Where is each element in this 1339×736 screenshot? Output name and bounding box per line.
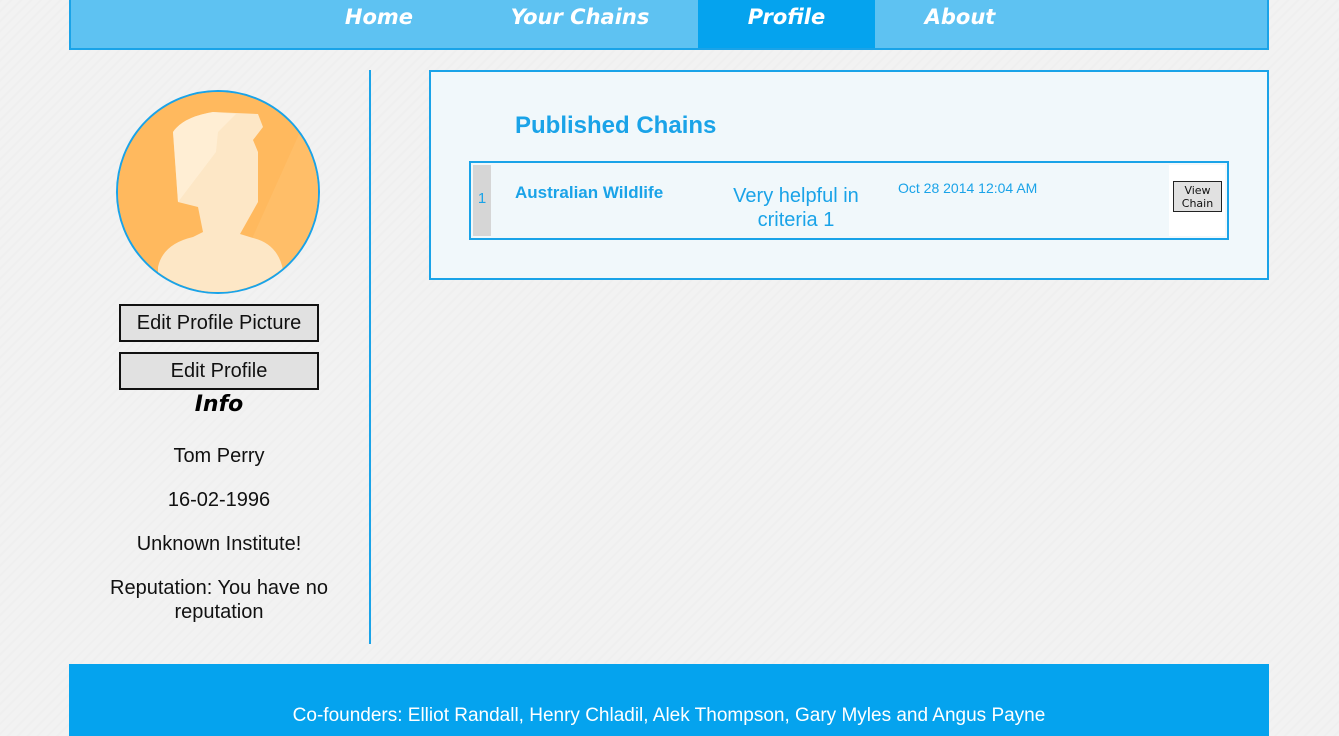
chain-name[interactable]: Australian Wildlife [515, 183, 663, 203]
nav-item-home[interactable]: Home [326, 0, 432, 48]
published-chains-panel: Published Chains 1 Australian Wildlife V… [429, 70, 1269, 280]
nav-item-your-chains[interactable]: Your Chains [496, 0, 664, 48]
chain-description: Very helpful in criteria 1 [733, 185, 859, 231]
profile-date-of-birth: 16-02-1996 [167, 489, 271, 511]
table-row: 1 Australian Wildlife Very helpful in cr… [469, 161, 1229, 240]
published-chains-title: Published Chains [515, 112, 717, 139]
footer-cofounders: Co-founders: Elliot Randall, Henry Chlad… [292, 705, 1046, 726]
chain-date: Oct 28 2014 12:04 AM [898, 180, 1038, 196]
profile-sidebar: Edit Profile Picture Edit Profile Info T… [69, 70, 371, 644]
row-action-cell: View Chain [1169, 165, 1225, 236]
profile-name: Tom Perry [173, 445, 265, 467]
nav-item-profile[interactable]: Profile [698, 0, 875, 48]
row-index: 1 [473, 165, 491, 236]
nav-item-about[interactable]: About [906, 0, 1014, 48]
edit-profile-picture-button[interactable]: Edit Profile Picture [119, 304, 319, 342]
profile-institute: Unknown Institute! [136, 533, 302, 555]
view-chain-button[interactable]: View Chain [1173, 181, 1222, 212]
edit-profile-button[interactable]: Edit Profile [119, 352, 319, 390]
footer: Co-founders: Elliot Randall, Henry Chlad… [69, 664, 1269, 736]
person-silhouette-icon [116, 90, 320, 294]
info-heading: Info [194, 392, 244, 417]
top-navigation: Home Your Chains Profile About [69, 0, 1269, 50]
avatar-graphic [118, 92, 318, 292]
profile-reputation: Reputation: You have no reputation [110, 577, 328, 623]
